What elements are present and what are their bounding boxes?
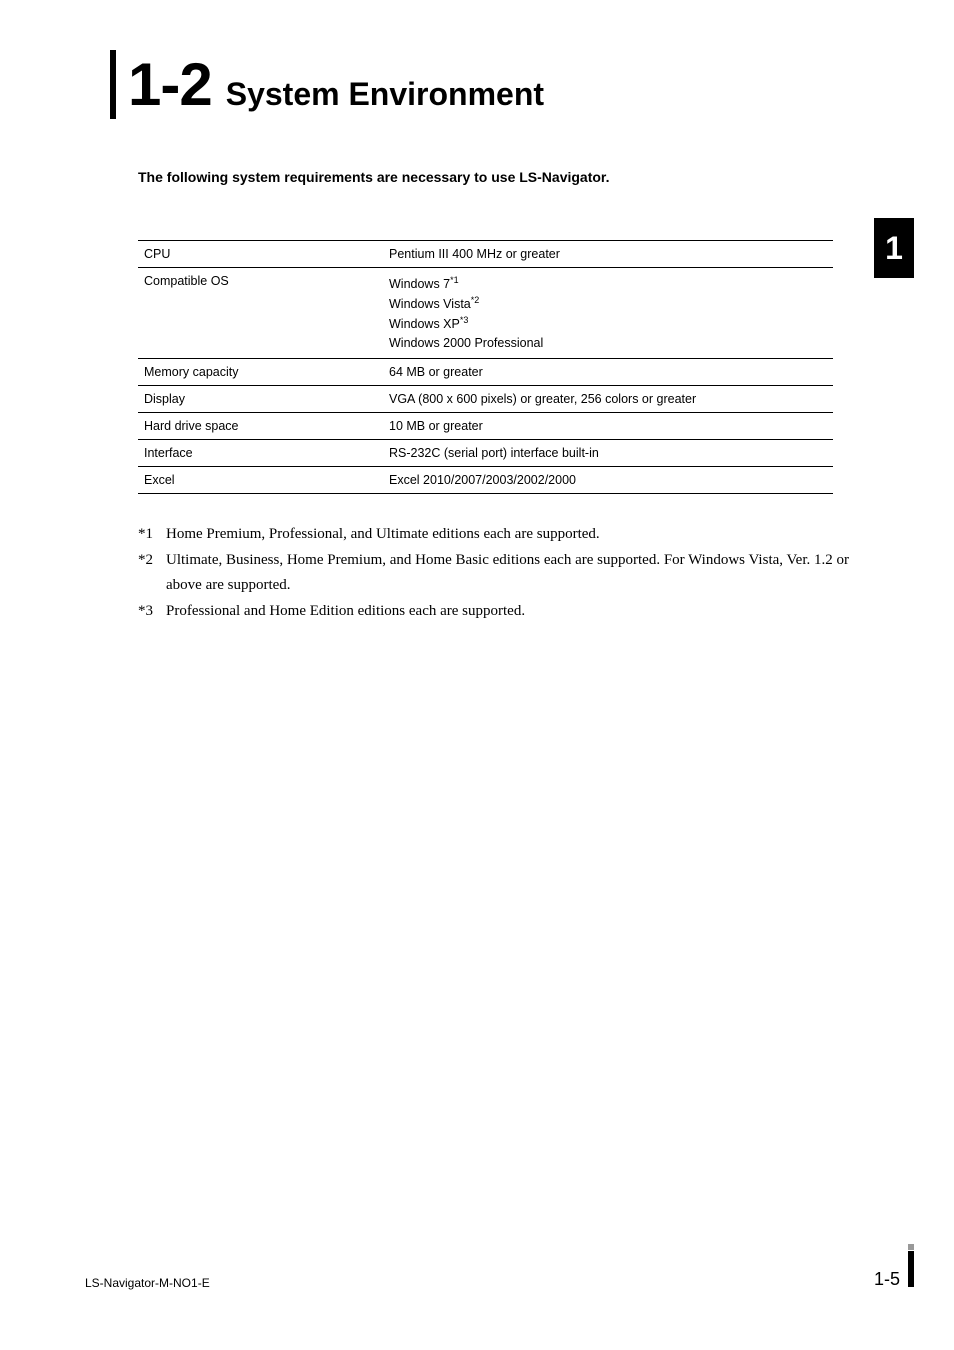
footer-doc-id: LS-Navigator-M-NO1-E: [85, 1276, 210, 1290]
spec-label: Interface: [138, 440, 383, 467]
footnote-mark: *2: [138, 548, 166, 599]
spec-value: RS-232C (serial port) interface built-in: [383, 440, 833, 467]
footnote: *2 Ultimate, Business, Home Premium, and…: [138, 548, 869, 599]
spec-value-os: Windows 7*1 Windows Vista*2 Windows XP*3…: [383, 268, 833, 359]
page-footer: LS-Navigator-M-NO1-E 1-5: [85, 1244, 914, 1290]
table-row: Display VGA (800 x 600 pixels) or greate…: [138, 386, 833, 413]
footer-accent-icon: [908, 1244, 914, 1290]
spec-value: Excel 2010/2007/2003/2002/2000: [383, 467, 833, 494]
footnote-text: Ultimate, Business, Home Premium, and Ho…: [166, 548, 869, 599]
os-line: Windows XP*3: [389, 314, 827, 334]
intro-text: The following system requirements are ne…: [138, 169, 869, 185]
footnote-mark: *1: [138, 522, 166, 548]
spec-value: 10 MB or greater: [383, 413, 833, 440]
table-row: Interface RS-232C (serial port) interfac…: [138, 440, 833, 467]
spec-table: CPU Pentium III 400 MHz or greater Compa…: [138, 240, 833, 494]
spec-value: 64 MB or greater: [383, 359, 833, 386]
os-line: Windows 7*1: [389, 274, 827, 294]
os-line: Windows 2000 Professional: [389, 334, 827, 353]
spec-value: Pentium III 400 MHz or greater: [383, 241, 833, 268]
section-heading: 1-2 System Environment: [110, 50, 869, 119]
table-row: Compatible OS Windows 7*1 Windows Vista*…: [138, 268, 833, 359]
os-line: Windows Vista*2: [389, 294, 827, 314]
footnote: *3 Professional and Home Edition edition…: [138, 599, 869, 625]
section-title: System Environment: [226, 76, 544, 113]
section-number: 1-2: [128, 50, 212, 119]
table-row: Memory capacity 64 MB or greater: [138, 359, 833, 386]
spec-label: CPU: [138, 241, 383, 268]
spec-label: Memory capacity: [138, 359, 383, 386]
spec-value: VGA (800 x 600 pixels) or greater, 256 c…: [383, 386, 833, 413]
chapter-tab: 1: [874, 218, 914, 278]
footnote-mark: *3: [138, 599, 166, 625]
footnote-text: Home Premium, Professional, and Ultimate…: [166, 522, 600, 548]
spec-label: Display: [138, 386, 383, 413]
footnotes: *1 Home Premium, Professional, and Ultim…: [138, 522, 869, 624]
footnote-text: Professional and Home Edition editions e…: [166, 599, 525, 625]
table-row: CPU Pentium III 400 MHz or greater: [138, 241, 833, 268]
footnote: *1 Home Premium, Professional, and Ultim…: [138, 522, 869, 548]
spec-label: Hard drive space: [138, 413, 383, 440]
spec-label: Excel: [138, 467, 383, 494]
spec-label: Compatible OS: [138, 268, 383, 359]
table-row: Hard drive space 10 MB or greater: [138, 413, 833, 440]
footer-page-wrap: 1-5: [874, 1244, 914, 1290]
footer-page-number: 1-5: [874, 1269, 900, 1290]
table-row: Excel Excel 2010/2007/2003/2002/2000: [138, 467, 833, 494]
